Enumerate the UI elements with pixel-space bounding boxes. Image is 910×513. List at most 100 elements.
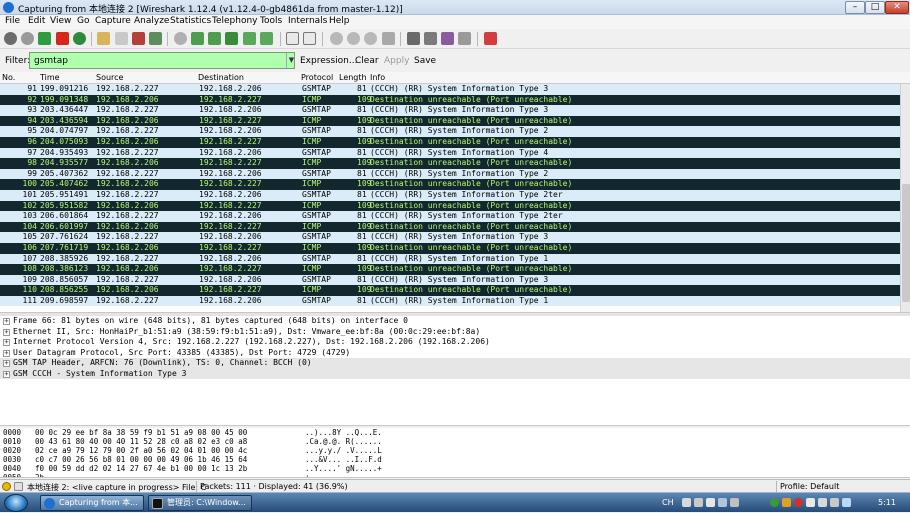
hex-row[interactable]: 0040 f0 00 59 dd d2 02 14 27 67 4e b1 00 … <box>0 464 910 473</box>
hex-row[interactable]: 0050 2b + <box>0 473 910 477</box>
save-filter-button[interactable]: Save <box>414 56 436 66</box>
reload-icon[interactable] <box>149 32 162 45</box>
taskbar-cmd[interactable]: 管理员: C:\Window... <box>148 495 252 511</box>
display-filter-input[interactable]: gsmtap <box>29 52 295 69</box>
display-tray-icon[interactable] <box>842 498 851 507</box>
table-row[interactable]: 106 207.761719 192.168.2.206 192.168.2.227 I… <box>0 242 900 254</box>
expand-icon[interactable]: + <box>3 370 10 378</box>
coloring-rules-icon[interactable] <box>441 32 454 45</box>
table-row[interactable]: 99 205.407362 192.168.2.227 192.168.2.206 GS… <box>0 168 900 180</box>
app-tray-icon[interactable] <box>782 498 791 507</box>
language-indicator[interactable]: CH <box>662 498 674 507</box>
stop-capture-icon[interactable] <box>56 32 69 45</box>
expand-icon[interactable]: + <box>3 360 10 367</box>
menu-view[interactable]: View <box>50 16 71 26</box>
settings-tray-icon[interactable] <box>718 498 727 507</box>
alert-tray-icon[interactable] <box>794 498 803 507</box>
capture-comment-icon[interactable] <box>14 482 23 491</box>
start-button[interactable] <box>4 494 28 512</box>
capture-filters-icon[interactable] <box>407 32 420 45</box>
table-row[interactable]: 104 206.601997 192.168.2.206 192.168.2.227 I… <box>0 221 900 233</box>
tray-arrow-icon[interactable] <box>730 498 739 507</box>
column-time[interactable]: Time <box>40 73 60 82</box>
expand-icon[interactable]: + <box>3 318 10 325</box>
resize-columns-icon[interactable] <box>382 32 395 45</box>
packet-bytes-pane[interactable]: 0000 00 0c 29 ee bf 8a 38 59 f9 b1 51 a9 … <box>0 428 910 478</box>
go-back-icon[interactable] <box>191 32 204 45</box>
close-file-icon[interactable] <box>132 32 145 45</box>
detail-tree-item[interactable]: + Ethernet II, Src: HonHaiPr_b1:51:a9 (38… <box>0 327 910 338</box>
hex-row[interactable]: 0000 00 0c 29 ee bf 8a 38 59 f9 b1 51 a9 … <box>0 428 910 437</box>
menu-capture[interactable]: Capture <box>95 16 131 26</box>
table-row[interactable]: 91 199.091216 192.168.2.227 192.168.2.206 GS… <box>0 84 900 95</box>
help-icon[interactable] <box>484 32 497 45</box>
volume-tray-icon[interactable] <box>830 498 839 507</box>
detail-tree-item[interactable]: + User Datagram Protocol, Src Port: 43385… <box>0 348 910 359</box>
options-icon[interactable] <box>21 32 34 45</box>
table-row[interactable]: 95 204.074797 192.168.2.227 192.168.2.206 GS… <box>0 126 900 137</box>
table-row[interactable]: 101 205.951491 192.168.2.227 192.168.2.206 G… <box>0 189 900 201</box>
display-filters-icon[interactable] <box>424 32 437 45</box>
column-length[interactable]: Length <box>339 73 367 82</box>
menu-edit[interactable]: Edit <box>28 16 45 26</box>
restart-capture-icon[interactable] <box>73 32 86 45</box>
expand-icon[interactable]: + <box>3 328 10 336</box>
go-forward-icon[interactable] <box>208 32 221 45</box>
save-file-icon[interactable] <box>115 32 128 45</box>
profile-text[interactable]: Profile: Default <box>780 482 839 491</box>
detail-tree-item[interactable]: + Internet Protocol Version 4, Src: 192.1… <box>0 337 910 348</box>
zoom-in-icon[interactable] <box>330 32 343 45</box>
table-row[interactable]: 108 208.386123 192.168.2.206 192.168.2.227 I… <box>0 264 900 275</box>
menu-tools[interactable]: Tools <box>260 16 282 26</box>
packet-details-pane[interactable]: + Frame 66: 81 bytes on wire (648 bits), … <box>0 316 910 426</box>
expand-icon[interactable]: + <box>3 349 10 357</box>
taskbar-wireshark[interactable]: Capturing from 本... <box>40 495 144 511</box>
table-row[interactable]: 94 203.436594 192.168.2.206 192.168.2.227 IC… <box>0 115 900 127</box>
table-row[interactable]: 102 205.951582 192.168.2.206 192.168.2.227 I… <box>0 200 900 212</box>
table-row[interactable]: 103 206.601864 192.168.2.227 192.168.2.206 G… <box>0 211 900 222</box>
zoom-out-icon[interactable] <box>347 32 360 45</box>
menu-telephony[interactable]: Telephony <box>212 16 258 26</box>
column-protocol[interactable]: Protocol <box>301 73 333 82</box>
preferences-icon[interactable] <box>458 32 471 45</box>
column-destination[interactable]: Destination <box>198 73 244 82</box>
table-row[interactable]: 100 205.407462 192.168.2.206 192.168.2.227 I… <box>0 179 900 190</box>
start-capture-icon[interactable] <box>38 32 51 45</box>
menu-file[interactable]: File <box>5 16 20 26</box>
table-row[interactable]: 105 207.761624 192.168.2.227 192.168.2.206 G… <box>0 232 900 243</box>
table-row[interactable]: 107 208.385926 192.168.2.227 192.168.2.206 G… <box>0 253 900 265</box>
interfaces-icon[interactable] <box>4 32 17 45</box>
menu-help[interactable]: Help <box>329 16 350 26</box>
last-packet-icon[interactable] <box>260 32 273 45</box>
menu-internals[interactable]: Internals <box>288 16 327 26</box>
scrollbar-thumb[interactable] <box>902 184 910 302</box>
table-row[interactable]: 92 199.091348 192.168.2.206 192.168.2.227 IC… <box>0 94 900 106</box>
network-tray-icon[interactable] <box>818 498 827 507</box>
menu-go[interactable]: Go <box>77 16 89 26</box>
detail-tree-item[interactable]: + Frame 66: 81 bytes on wire (648 bits), … <box>0 316 910 327</box>
column-source[interactable]: Source <box>96 73 123 82</box>
packet-list-scrollbar[interactable] <box>900 84 910 312</box>
hex-row[interactable]: 0020 02 ce a9 79 12 79 00 2f a0 56 02 04 … <box>0 446 910 455</box>
close-button[interactable]: ✕ <box>885 1 909 14</box>
auto-scroll-icon[interactable] <box>303 32 316 45</box>
find-packet-icon[interactable] <box>174 32 187 45</box>
expand-icon[interactable]: + <box>3 339 10 346</box>
expression-button[interactable]: Expression... <box>300 56 357 66</box>
menu-statistics[interactable]: Statistics <box>170 16 211 26</box>
table-row[interactable]: 96 204.075093 192.168.2.206 192.168.2.227 IC… <box>0 136 900 148</box>
open-file-icon[interactable] <box>97 32 110 45</box>
flag-tray-icon[interactable] <box>806 498 815 507</box>
first-packet-icon[interactable] <box>243 32 256 45</box>
menu-analyze[interactable]: Analyze <box>134 16 169 26</box>
table-row[interactable]: 98 204.935577 192.168.2.206 192.168.2.227 IC… <box>0 158 900 169</box>
security-tray-icon[interactable] <box>770 498 779 507</box>
column-no[interactable]: No. <box>2 73 15 82</box>
go-to-packet-icon[interactable] <box>225 32 238 45</box>
filter-dropdown-chevron-icon[interactable]: ▼ <box>286 53 296 68</box>
table-row[interactable]: 93 203.436447 192.168.2.227 192.168.2.206 GS… <box>0 105 900 116</box>
detail-tree-item[interactable]: + GSM CCCH - System Information Type 3 <box>0 368 910 379</box>
colorize-icon[interactable] <box>286 32 299 45</box>
table-row[interactable]: 110 208.856255 192.168.2.206 192.168.2.227 I… <box>0 285 900 296</box>
packet-list[interactable]: 91 199.091216 192.168.2.227 192.168.2.206 GS… <box>0 84 900 312</box>
